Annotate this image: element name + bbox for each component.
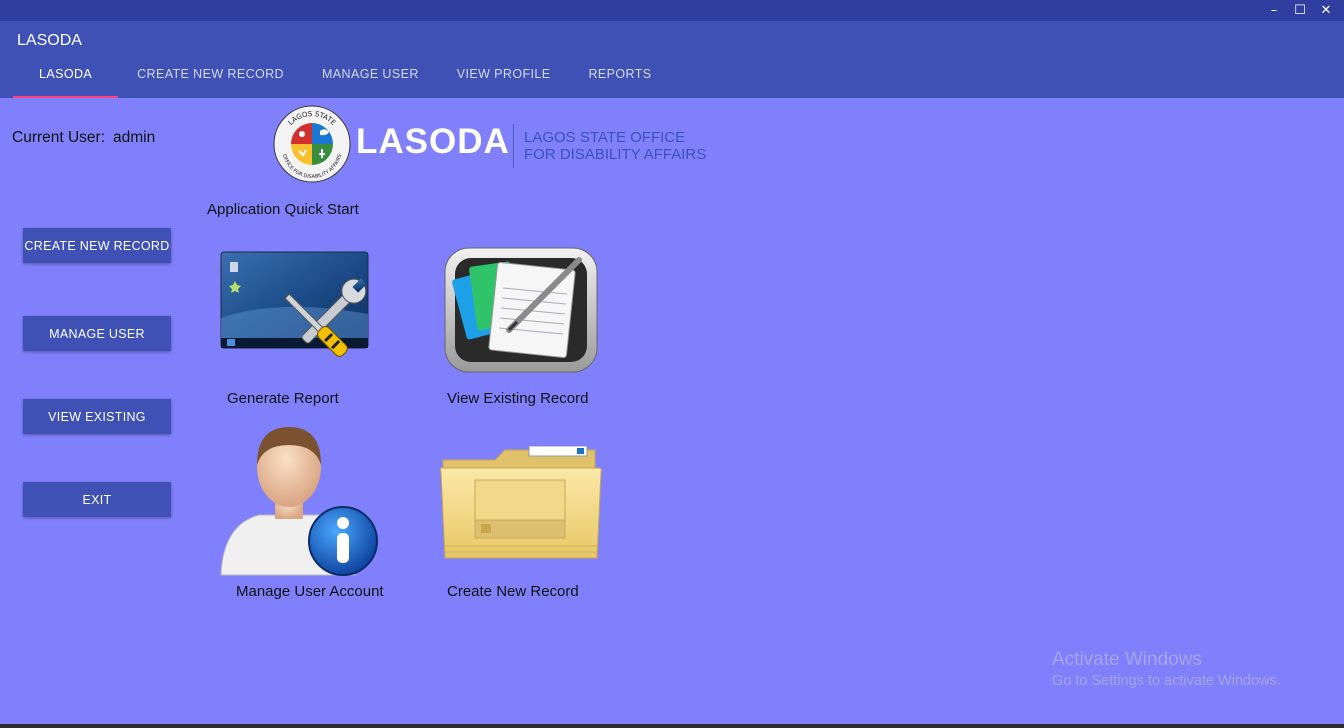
lasoda-logo: LAGOS STATE OFFICE FOR DISABILITY AFFAIR… (272, 104, 712, 184)
exit-button[interactable]: EXIT (23, 482, 171, 517)
folder-icon (440, 445, 602, 559)
tab-reports[interactable]: REPORTS (569, 61, 670, 98)
quick-start-title: Application Quick Start (207, 201, 359, 218)
records-notepad-icon (444, 247, 598, 373)
maximize-button[interactable]: ☐ (1290, 2, 1310, 20)
app-title: LASODA (17, 32, 82, 49)
create-new-record-label[interactable]: Create New Record (447, 583, 579, 600)
current-user-value: admin (113, 129, 156, 146)
logo-subtitle-line2: FOR DISABILITY AFFAIRS (524, 146, 707, 163)
tools-report-icon (220, 251, 369, 357)
user-info-icon (220, 427, 378, 576)
manage-user-account-label[interactable]: Manage User Account (236, 583, 384, 600)
tab-bar: LASODA CREATE NEW RECORD MANAGE USER VIE… (13, 61, 670, 98)
generate-report-label[interactable]: Generate Report (227, 390, 339, 407)
close-button[interactable]: ✕ (1316, 2, 1336, 20)
logo-wordmark: LASODA (356, 122, 510, 161)
window-titlebar: – ☐ ✕ (0, 0, 1344, 21)
current-user: Current User: admin (12, 129, 155, 147)
activate-windows-watermark: Activate Windows Go to Settings to activ… (1052, 649, 1281, 689)
minimize-button[interactable]: – (1264, 2, 1284, 20)
tab-view-profile[interactable]: VIEW PROFILE (438, 61, 570, 98)
logo-divider (513, 124, 514, 168)
tab-manage-user[interactable]: MANAGE USER (303, 61, 438, 98)
logo-subtitle: LAGOS STATE OFFICE FOR DISABILITY AFFAIR… (524, 129, 706, 163)
create-new-record-tile[interactable] (439, 445, 603, 564)
watermark-line2: Go to Settings to activate Windows. (1052, 673, 1281, 689)
current-user-label: Current User: (12, 129, 106, 146)
create-new-record-button[interactable]: CREATE NEW RECORD (23, 228, 171, 263)
taskbar-edge (0, 724, 1344, 728)
watermark-line1: Activate Windows (1052, 649, 1202, 670)
view-existing-record-label[interactable]: View Existing Record (447, 390, 588, 407)
view-existing-button[interactable]: VIEW EXISTING (23, 399, 171, 434)
logo-subtitle-line1: LAGOS STATE OFFICE (524, 129, 686, 146)
lasoda-seal-icon: LAGOS STATE OFFICE FOR DISABILITY AFFAIR… (273, 105, 351, 183)
manage-user-account-tile[interactable] (219, 425, 383, 577)
app-bar: LASODA LASODA CREATE NEW RECORD MANAGE U… (0, 21, 1344, 98)
tab-create-new-record[interactable]: CREATE NEW RECORD (118, 61, 303, 98)
window-controls: – ☐ ✕ (1264, 0, 1336, 21)
view-existing-record-tile[interactable] (443, 246, 599, 374)
manage-user-button[interactable]: MANAGE USER (23, 316, 171, 351)
tab-lasoda[interactable]: LASODA (13, 61, 119, 98)
generate-report-tile[interactable] (219, 248, 383, 374)
